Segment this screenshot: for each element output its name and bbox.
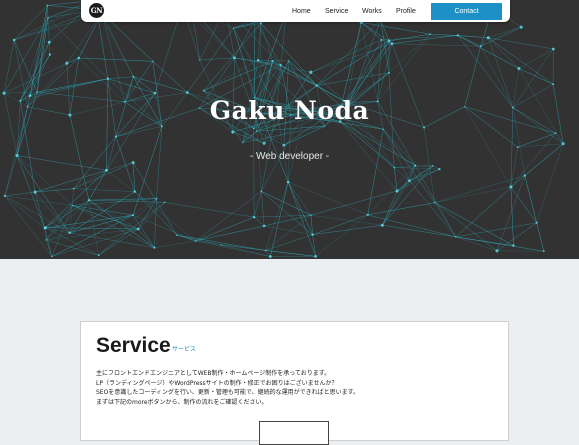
more-button[interactable]: [259, 421, 329, 445]
top-navigation: GN Home Service Works Profile Contact: [81, 0, 510, 22]
service-line: 主にフロントエンドエンジニアとしてWEB制作・ホームページ制作を承っております。: [96, 369, 496, 379]
nav-link-service[interactable]: Service: [325, 0, 348, 22]
hero-section: Gaku Noda - Web developer -: [0, 0, 579, 259]
nav-link-home[interactable]: Home: [292, 0, 311, 22]
nav-link-works[interactable]: Works: [362, 0, 382, 22]
hero-title: Gaku Noda: [0, 96, 579, 125]
service-line: LP（ランディングページ）やWordPressサイトの制作・修正でお困りはござい…: [96, 379, 496, 389]
service-line: まずは下記のmoreボタンから、制作の流れをご確認ください。: [96, 398, 496, 408]
contact-button[interactable]: Contact: [431, 3, 502, 20]
network-background: [0, 0, 579, 259]
nav-link-profile[interactable]: Profile: [396, 0, 416, 22]
service-description: 主にフロントエンドエンジニアとしてWEB制作・ホームページ制作を承っております。…: [96, 369, 496, 407]
service-heading-jp: サービス: [172, 344, 196, 353]
service-card: Service サービス 主にフロントエンドエンジニアとしてWEB制作・ホームペ…: [80, 321, 509, 441]
hero-subtitle: - Web developer -: [0, 151, 579, 162]
service-heading: Service: [96, 334, 171, 358]
service-line: SEOを意識したコーディングを行い、更新・管理も可能で、継続的な運用ができればと…: [96, 388, 496, 398]
logo[interactable]: GN: [89, 3, 104, 18]
